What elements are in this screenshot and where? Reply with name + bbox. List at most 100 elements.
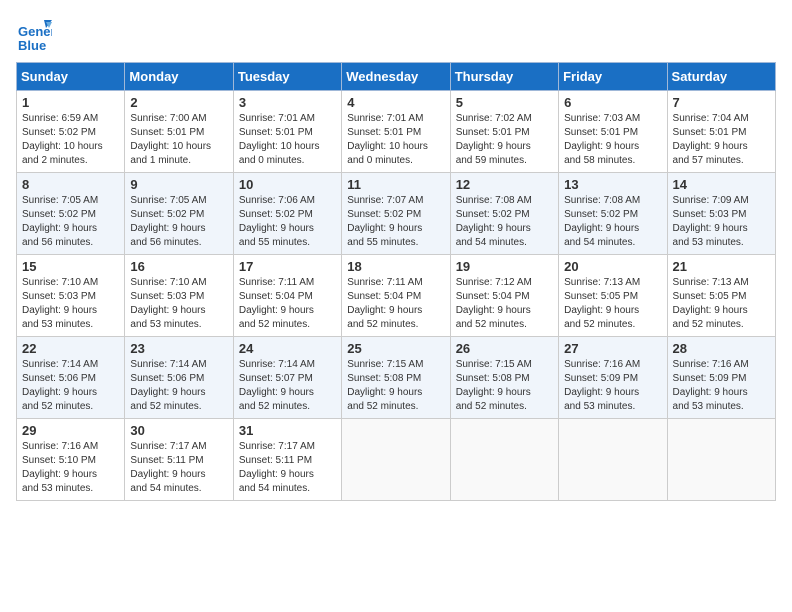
day-info: Sunrise: 7:10 AM Sunset: 5:03 PM Dayligh… (130, 276, 227, 332)
day-number: 8 (22, 177, 119, 192)
day-header-wednesday: Wednesday (342, 63, 450, 91)
day-number: 9 (130, 177, 227, 192)
day-number: 26 (456, 341, 553, 356)
page-header: General Blue (16, 16, 776, 52)
calendar-cell: 4 Sunrise: 7:01 AM Sunset: 5:01 PM Daylig… (342, 91, 450, 173)
calendar-cell: 18 Sunrise: 7:11 AM Sunset: 5:04 PM Dayli… (342, 255, 450, 337)
calendar-cell: 14 Sunrise: 7:09 AM Sunset: 5:03 PM Dayli… (667, 173, 775, 255)
calendar-cell (450, 419, 558, 501)
day-info: Sunrise: 7:07 AM Sunset: 5:02 PM Dayligh… (347, 194, 444, 250)
logo-icon: General Blue (16, 16, 52, 52)
day-number: 23 (130, 341, 227, 356)
day-number: 11 (347, 177, 444, 192)
day-number: 14 (673, 177, 770, 192)
day-number: 21 (673, 259, 770, 274)
day-info: Sunrise: 7:09 AM Sunset: 5:03 PM Dayligh… (673, 194, 770, 250)
day-info: Sunrise: 7:00 AM Sunset: 5:01 PM Dayligh… (130, 112, 227, 168)
day-info: Sunrise: 7:11 AM Sunset: 5:04 PM Dayligh… (239, 276, 336, 332)
day-info: Sunrise: 7:03 AM Sunset: 5:01 PM Dayligh… (564, 112, 661, 168)
calendar-cell: 29Sunrise: 7:16 AM Sunset: 5:10 PM Dayli… (17, 419, 125, 501)
day-number: 6 (564, 95, 661, 110)
day-info: Sunrise: 7:10 AM Sunset: 5:03 PM Dayligh… (22, 276, 119, 332)
calendar-week-2: 8Sunrise: 7:05 AM Sunset: 5:02 PM Daylig… (17, 173, 776, 255)
calendar-cell: 26 Sunrise: 7:15 AM Sunset: 5:08 PM Dayli… (450, 337, 558, 419)
calendar-cell: 22Sunrise: 7:14 AM Sunset: 5:06 PM Dayli… (17, 337, 125, 419)
day-info: Sunrise: 7:11 AM Sunset: 5:04 PM Dayligh… (347, 276, 444, 332)
calendar-cell: 27 Sunrise: 7:16 AM Sunset: 5:09 PM Dayli… (559, 337, 667, 419)
calendar-cell: 1Sunrise: 6:59 AM Sunset: 5:02 PM Daylig… (17, 91, 125, 173)
day-number: 19 (456, 259, 553, 274)
day-number: 17 (239, 259, 336, 274)
calendar-cell: 30 Sunrise: 7:17 AM Sunset: 5:11 PM Dayli… (125, 419, 233, 501)
day-number: 7 (673, 95, 770, 110)
day-number: 10 (239, 177, 336, 192)
day-number: 25 (347, 341, 444, 356)
day-number: 2 (130, 95, 227, 110)
calendar-cell: 13Sunrise: 7:08 AM Sunset: 5:02 PM Dayli… (559, 173, 667, 255)
calendar-cell: 11 Sunrise: 7:07 AM Sunset: 5:02 PM Dayli… (342, 173, 450, 255)
day-header-tuesday: Tuesday (233, 63, 341, 91)
calendar-cell: 15 Sunrise: 7:10 AM Sunset: 5:03 PM Dayli… (17, 255, 125, 337)
day-header-thursday: Thursday (450, 63, 558, 91)
calendar-cell (559, 419, 667, 501)
calendar-cell: 25Sunrise: 7:15 AM Sunset: 5:08 PM Dayli… (342, 337, 450, 419)
day-number: 18 (347, 259, 444, 274)
calendar-cell: 2 Sunrise: 7:00 AM Sunset: 5:01 PM Daylig… (125, 91, 233, 173)
day-header-friday: Friday (559, 63, 667, 91)
calendar-cell: 20 Sunrise: 7:13 AM Sunset: 5:05 PM Dayli… (559, 255, 667, 337)
calendar-cell: 17 Sunrise: 7:11 AM Sunset: 5:04 PM Dayli… (233, 255, 341, 337)
calendar-cell: 9Sunrise: 7:05 AM Sunset: 5:02 PM Daylig… (125, 173, 233, 255)
day-number: 12 (456, 177, 553, 192)
day-info: Sunrise: 7:15 AM Sunset: 5:08 PM Dayligh… (456, 358, 553, 414)
day-info: Sunrise: 7:04 AM Sunset: 5:01 PM Dayligh… (673, 112, 770, 168)
day-header-sunday: Sunday (17, 63, 125, 91)
calendar-cell: 23 Sunrise: 7:14 AM Sunset: 5:06 PM Dayli… (125, 337, 233, 419)
calendar-cell: 31Sunrise: 7:17 AM Sunset: 5:11 PM Dayli… (233, 419, 341, 501)
calendar-cell: 10 Sunrise: 7:06 AM Sunset: 5:02 PM Dayli… (233, 173, 341, 255)
calendar-cell: 6 Sunrise: 7:03 AM Sunset: 5:01 PM Daylig… (559, 91, 667, 173)
calendar-cell: 12 Sunrise: 7:08 AM Sunset: 5:02 PM Dayli… (450, 173, 558, 255)
day-info: Sunrise: 7:16 AM Sunset: 5:09 PM Dayligh… (673, 358, 770, 414)
calendar-cell (667, 419, 775, 501)
day-info: Sunrise: 7:13 AM Sunset: 5:05 PM Dayligh… (564, 276, 661, 332)
day-info: Sunrise: 7:08 AM Sunset: 5:02 PM Dayligh… (564, 194, 661, 250)
calendar-cell (342, 419, 450, 501)
day-info: Sunrise: 7:02 AM Sunset: 5:01 PM Dayligh… (456, 112, 553, 168)
day-number: 24 (239, 341, 336, 356)
day-number: 27 (564, 341, 661, 356)
day-number: 30 (130, 423, 227, 438)
logo: General Blue (16, 16, 56, 52)
day-number: 4 (347, 95, 444, 110)
day-info: Sunrise: 7:14 AM Sunset: 5:07 PM Dayligh… (239, 358, 336, 414)
day-info: Sunrise: 7:17 AM Sunset: 5:11 PM Dayligh… (130, 440, 227, 496)
day-info: Sunrise: 7:13 AM Sunset: 5:05 PM Dayligh… (673, 276, 770, 332)
calendar-table: SundayMondayTuesdayWednesdayThursdayFrid… (16, 62, 776, 501)
svg-text:Blue: Blue (18, 38, 46, 52)
calendar-cell: 21 Sunrise: 7:13 AM Sunset: 5:05 PM Dayli… (667, 255, 775, 337)
day-info: Sunrise: 7:12 AM Sunset: 5:04 PM Dayligh… (456, 276, 553, 332)
day-info: Sunrise: 7:17 AM Sunset: 5:11 PM Dayligh… (239, 440, 336, 496)
calendar-cell: 3 Sunrise: 7:01 AM Sunset: 5:01 PM Daylig… (233, 91, 341, 173)
calendar-week-5: 29Sunrise: 7:16 AM Sunset: 5:10 PM Dayli… (17, 419, 776, 501)
day-number: 28 (673, 341, 770, 356)
day-info: Sunrise: 7:01 AM Sunset: 5:01 PM Dayligh… (239, 112, 336, 168)
calendar-cell: 24 Sunrise: 7:14 AM Sunset: 5:07 PM Dayli… (233, 337, 341, 419)
day-number: 1 (22, 95, 119, 110)
day-number: 3 (239, 95, 336, 110)
day-info: Sunrise: 7:14 AM Sunset: 5:06 PM Dayligh… (22, 358, 119, 414)
calendar-week-1: 1Sunrise: 6:59 AM Sunset: 5:02 PM Daylig… (17, 91, 776, 173)
day-number: 20 (564, 259, 661, 274)
day-info: Sunrise: 7:14 AM Sunset: 5:06 PM Dayligh… (130, 358, 227, 414)
calendar-cell: 28 Sunrise: 7:16 AM Sunset: 5:09 PM Dayli… (667, 337, 775, 419)
day-info: Sunrise: 7:08 AM Sunset: 5:02 PM Dayligh… (456, 194, 553, 250)
day-header-monday: Monday (125, 63, 233, 91)
calendar-cell: 16Sunrise: 7:10 AM Sunset: 5:03 PM Dayli… (125, 255, 233, 337)
day-info: Sunrise: 7:01 AM Sunset: 5:01 PM Dayligh… (347, 112, 444, 168)
calendar-header-row: SundayMondayTuesdayWednesdayThursdayFrid… (17, 63, 776, 91)
day-number: 15 (22, 259, 119, 274)
calendar-cell: 5 Sunrise: 7:02 AM Sunset: 5:01 PM Daylig… (450, 91, 558, 173)
day-number: 5 (456, 95, 553, 110)
day-info: Sunrise: 7:16 AM Sunset: 5:09 PM Dayligh… (564, 358, 661, 414)
day-info: Sunrise: 7:06 AM Sunset: 5:02 PM Dayligh… (239, 194, 336, 250)
day-info: Sunrise: 7:16 AM Sunset: 5:10 PM Dayligh… (22, 440, 119, 496)
